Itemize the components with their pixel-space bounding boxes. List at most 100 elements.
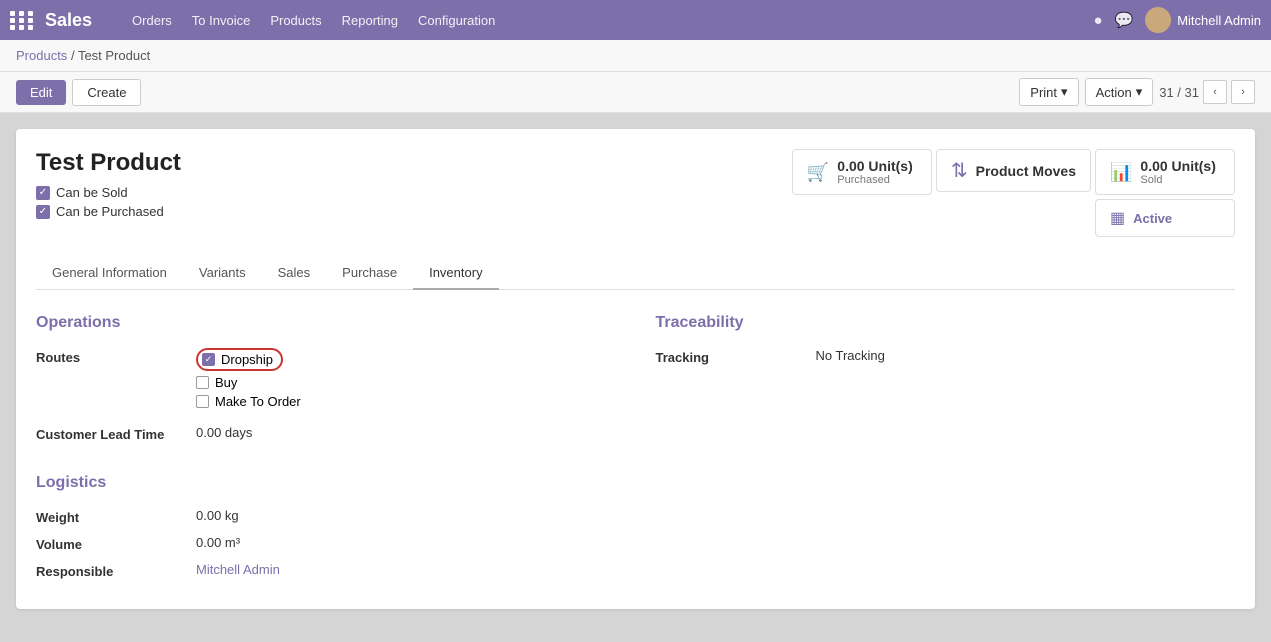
product-moves-stat-button[interactable]: ⇅ Product Moves <box>936 149 1091 192</box>
create-button[interactable]: Create <box>72 79 141 106</box>
sold-stat-button[interactable]: 📊 0.00 Unit(s) Sold <box>1095 149 1235 195</box>
route-dropship-checkbox[interactable] <box>202 353 215 366</box>
sold-stat-text: 0.00 Unit(s) Sold <box>1140 158 1215 186</box>
nav-reporting[interactable]: Reporting <box>342 13 398 28</box>
toolbar: Edit Create Print ▾ Action ▾ 31 / 31 ‹ › <box>0 72 1271 113</box>
pager-info: 31 / 31 <box>1159 85 1199 100</box>
pager-next-button[interactable]: › <box>1231 80 1255 104</box>
customer-lead-time-row: Customer Lead Time 0.00 days <box>36 425 616 442</box>
tab-sales[interactable]: Sales <box>262 257 327 290</box>
product-moves-label: Product Moves <box>976 163 1076 179</box>
breadcrumb-separator: / <box>71 48 78 63</box>
route-make-to-order-label: Make To Order <box>215 394 301 409</box>
stat-buttons: 🛒 0.00 Unit(s) Purchased ⇅ Product Moves… <box>792 149 1235 237</box>
breadcrumb-parent[interactable]: Products <box>16 48 67 63</box>
avatar <box>1145 7 1171 33</box>
pager-prev-button[interactable]: ‹ <box>1203 80 1227 104</box>
can-be-purchased-row: Can be Purchased <box>36 204 181 219</box>
operations-section: Operations Routes Dropship <box>36 314 616 589</box>
volume-label: Volume <box>36 535 196 552</box>
sold-value: 0.00 Unit(s) <box>1140 158 1215 174</box>
operations-title: Operations <box>36 314 616 332</box>
nav-to-invoice[interactable]: To Invoice <box>192 13 251 28</box>
product-checkboxes: Can be Sold Can be Purchased <box>36 185 181 219</box>
responsible-link[interactable]: Mitchell Admin <box>196 562 280 577</box>
tab-variants[interactable]: Variants <box>183 257 262 290</box>
responsible-label: Responsible <box>36 562 196 579</box>
route-make-to-order-checkbox[interactable] <box>196 395 209 408</box>
app-name: Sales <box>45 10 92 31</box>
edit-button[interactable]: Edit <box>16 80 66 105</box>
product-info: Test Product Can be Sold Can be Purchase… <box>36 149 181 219</box>
active-label: Active <box>1133 211 1172 226</box>
print-button[interactable]: Print ▾ <box>1019 78 1078 106</box>
product-header: Test Product Can be Sold Can be Purchase… <box>36 149 1235 237</box>
volume-row: Volume 0.00 m³ <box>36 535 616 552</box>
route-buy-label: Buy <box>215 375 237 390</box>
dropship-highlight: Dropship <box>196 348 283 371</box>
tab-inventory[interactable]: Inventory <box>413 257 498 290</box>
active-icon: ▦ <box>1110 208 1125 228</box>
purchased-stat-text: 0.00 Unit(s) Purchased <box>837 158 912 186</box>
routes-row: Routes Dropship Buy <box>36 348 616 409</box>
action-button[interactable]: Action ▾ <box>1085 78 1154 106</box>
pager: 31 / 31 ‹ › <box>1159 80 1255 104</box>
can-be-purchased-label: Can be Purchased <box>56 204 164 219</box>
route-make-to-order: Make To Order <box>196 394 301 409</box>
tracking-row: Tracking No Tracking <box>656 348 1236 365</box>
product-title: Test Product <box>36 149 181 177</box>
sold-label: Sold <box>1140 174 1215 186</box>
purchased-label: Purchased <box>837 174 912 186</box>
tab-general-information[interactable]: General Information <box>36 257 183 290</box>
responsible-row: Responsible Mitchell Admin <box>36 562 616 579</box>
can-be-purchased-checkbox[interactable] <box>36 205 50 219</box>
main-nav: Orders To Invoice Products Reporting Con… <box>132 13 1093 28</box>
grid-icon <box>10 11 35 30</box>
routes-label: Routes <box>36 348 196 365</box>
logistics-section: Logistics Weight 0.00 kg Volume 0.00 m³ … <box>36 474 616 579</box>
weight-row: Weight 0.00 kg <box>36 508 616 525</box>
clock-icon[interactable]: ● <box>1093 12 1102 29</box>
can-be-sold-checkbox[interactable] <box>36 186 50 200</box>
customer-lead-time-label: Customer Lead Time <box>36 425 196 442</box>
logistics-title: Logistics <box>36 474 616 492</box>
tabs: General Information Variants Sales Purch… <box>36 257 1235 290</box>
volume-value: 0.00 m³ <box>196 535 240 550</box>
chat-icon[interactable]: 💬 <box>1115 11 1134 29</box>
user-menu[interactable]: Mitchell Admin <box>1145 7 1261 33</box>
weight-value: 0.00 kg <box>196 508 239 523</box>
traceability-title: Traceability <box>656 314 1236 332</box>
print-chevron-icon: ▾ <box>1061 84 1068 100</box>
routes-list: Dropship Buy Make To Order <box>196 348 301 409</box>
purchased-value: 0.00 Unit(s) <box>837 158 912 174</box>
active-stat-button[interactable]: ▦ Active <box>1095 199 1235 237</box>
username: Mitchell Admin <box>1177 13 1261 28</box>
can-be-sold-row: Can be Sold <box>36 185 181 200</box>
nav-orders[interactable]: Orders <box>132 13 172 28</box>
nav-configuration[interactable]: Configuration <box>418 13 495 28</box>
chart-icon: 📊 <box>1110 162 1132 183</box>
content-area: Test Product Can be Sold Can be Purchase… <box>0 113 1271 625</box>
can-be-sold-label: Can be Sold <box>56 185 128 200</box>
inventory-content: Operations Routes Dropship <box>36 314 1235 589</box>
route-buy-checkbox[interactable] <box>196 376 209 389</box>
app-logo[interactable]: Sales <box>10 10 122 31</box>
tracking-label: Tracking <box>656 348 816 365</box>
route-dropship-label: Dropship <box>221 352 273 367</box>
breadcrumb: Products / Test Product <box>0 40 1271 72</box>
purchased-stat-button[interactable]: 🛒 0.00 Unit(s) Purchased <box>792 149 932 195</box>
nav-products[interactable]: Products <box>270 13 321 28</box>
action-chevron-icon: ▾ <box>1136 84 1143 100</box>
print-label: Print <box>1030 85 1057 100</box>
tracking-value: No Tracking <box>816 348 885 363</box>
breadcrumb-current: Test Product <box>78 48 150 63</box>
traceability-section: Traceability Tracking No Tracking <box>656 314 1236 589</box>
tab-purchase[interactable]: Purchase <box>326 257 413 290</box>
route-buy: Buy <box>196 375 301 390</box>
product-card: Test Product Can be Sold Can be Purchase… <box>16 129 1255 609</box>
topnav-right: ● 💬 Mitchell Admin <box>1093 7 1261 33</box>
weight-label: Weight <box>36 508 196 525</box>
customer-lead-time-value: 0.00 days <box>196 425 252 440</box>
responsible-value: Mitchell Admin <box>196 562 280 577</box>
route-dropship: Dropship <box>196 348 301 371</box>
